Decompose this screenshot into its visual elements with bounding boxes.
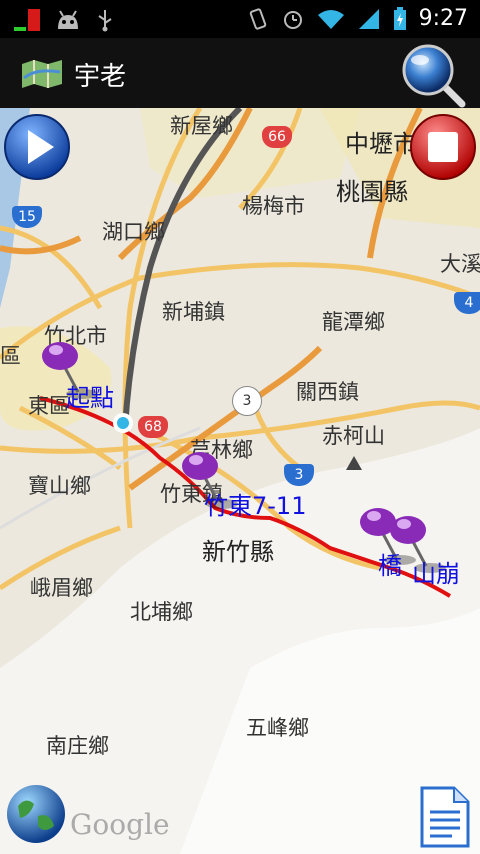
road-shield: 66 [262,126,292,148]
map-label: 峨眉鄉 [30,576,93,600]
wifi-icon [317,9,344,29]
map-label: 龍潭鄉 [322,310,385,334]
map-label: 區 [0,344,21,368]
stop-icon[interactable] [408,112,478,182]
map-label: 新屋鄉 [170,114,233,138]
usb-icon [98,10,112,32]
system-icons: 9:27 [247,6,468,31]
app-title: 宇老 [74,62,127,92]
notification-icons [14,8,114,32]
action-bar: 宇老 [0,38,480,110]
road-shield: 3 [232,386,262,416]
globe-icon[interactable] [4,782,68,846]
map-view[interactable]: 新屋鄉 中壢市 楊梅市 桃園縣 湖口鄉 大溪 新埔鎮 龍潭鄉 竹北市 區 關西鎮… [0,108,480,854]
map-label: 新竹縣 [202,538,274,566]
map-label: 南庄鄉 [46,734,109,758]
signal-icon [358,8,379,29]
map-label: 中壢市 [345,130,417,158]
map-label: 湖口鄉 [102,220,165,244]
map-label: 赤柯山 [322,424,385,448]
pin-label-qiao: 橋 [378,552,402,580]
map-label: 關西鎮 [296,380,359,404]
document-icon[interactable] [416,786,472,848]
pin-label-zhudong711: 竹東7-11 [204,492,307,520]
map-label: 新埔鎮 [162,300,225,324]
vibrate-icon [249,7,266,30]
app-map-icon[interactable] [20,58,64,88]
map-label: 楊梅市 [242,194,305,218]
map-label: 寶山鄉 [28,474,91,498]
android-icon [58,10,78,29]
play-icon[interactable] [2,112,72,182]
map-label: 大溪 [440,252,480,276]
alarm-icon [283,10,302,29]
google-watermark: Google [70,808,170,841]
status-bar: 9:27 [0,0,480,38]
map-label: 桃園縣 [336,178,408,206]
map-label: 五峰鄉 [246,716,309,740]
battery-icon [393,6,406,30]
pin-label-start: 起點 [66,384,114,412]
pin-label-shanbeng: 山崩 [412,560,460,588]
search-icon[interactable] [400,42,466,108]
road-shield: 68 [138,416,168,438]
clock: 9:27 [418,6,468,31]
map-label: 北埔鄉 [130,600,193,624]
battery-indicator-icon [14,9,40,31]
